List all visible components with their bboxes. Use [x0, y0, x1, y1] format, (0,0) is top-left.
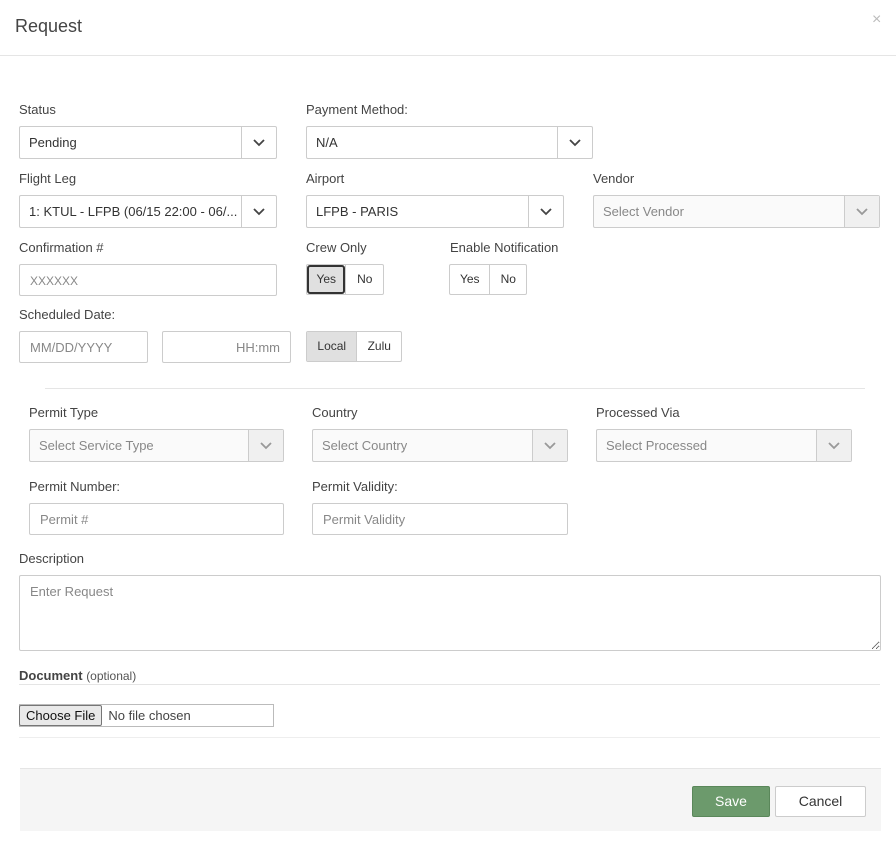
- document-label: Document (optional): [19, 668, 136, 683]
- chevron-down-icon: [241, 196, 276, 227]
- status-value: Pending: [29, 135, 77, 150]
- crew-only-toggle: Yes No: [306, 264, 384, 295]
- country-placeholder: Select Country: [322, 438, 408, 453]
- scheduled-date-label: Scheduled Date:: [19, 307, 116, 322]
- enable-notification-toggle: Yes No: [449, 264, 527, 295]
- processed-via-select[interactable]: Select Processed: [596, 429, 852, 462]
- file-input: Choose File No file chosen: [19, 704, 274, 727]
- permit-type-label: Permit Type: [29, 405, 99, 420]
- status-label: Status: [19, 102, 56, 117]
- modal-title: Request: [15, 16, 83, 36]
- vendor-select[interactable]: Select Vendor: [593, 195, 880, 228]
- chevron-down-icon: [248, 430, 283, 461]
- cancel-button[interactable]: Cancel: [775, 786, 866, 817]
- chevron-down-icon: [241, 127, 276, 158]
- chevron-down-icon: [557, 127, 592, 158]
- chevron-down-icon: [532, 430, 567, 461]
- permit-number-input[interactable]: [29, 503, 284, 535]
- description-label: Description: [19, 551, 85, 566]
- flight-leg-value: 1: KTUL - LFPB (06/15 22:00 - 06/...: [29, 204, 238, 219]
- crew-only-no-button[interactable]: No: [345, 265, 383, 294]
- country-label: Country: [312, 405, 358, 420]
- document-label-text: Document: [19, 668, 83, 683]
- confirmation-label: Confirmation #: [19, 240, 104, 255]
- airport-select[interactable]: LFPB - PARIS: [306, 195, 564, 228]
- processed-via-label: Processed Via: [596, 405, 680, 420]
- airport-label: Airport: [306, 171, 345, 186]
- flight-leg-select[interactable]: 1: KTUL - LFPB (06/15 22:00 - 06/...: [19, 195, 277, 228]
- status-select[interactable]: Pending: [19, 126, 277, 159]
- notification-no-button[interactable]: No: [489, 265, 526, 294]
- timezone-local-button[interactable]: Local: [307, 332, 357, 361]
- document-bottom-divider: [19, 737, 880, 738]
- save-button[interactable]: Save: [692, 786, 770, 817]
- scheduled-time-input[interactable]: [162, 331, 291, 363]
- description-textarea[interactable]: [19, 575, 881, 651]
- chevron-down-icon: [844, 196, 879, 227]
- choose-file-button[interactable]: Choose File: [19, 705, 103, 726]
- document-optional-text: (optional): [86, 669, 137, 683]
- vendor-label: Vendor: [593, 171, 635, 186]
- airport-value: LFPB - PARIS: [316, 204, 399, 219]
- close-icon[interactable]: ×: [872, 12, 881, 28]
- crew-only-label: Crew Only: [306, 240, 367, 255]
- permit-validity-input[interactable]: [312, 503, 568, 535]
- permit-type-select[interactable]: Select Service Type: [29, 429, 284, 462]
- notification-yes-button[interactable]: Yes: [450, 265, 489, 294]
- section-divider: [45, 388, 865, 389]
- confirmation-input[interactable]: [19, 264, 277, 296]
- document-divider: [19, 684, 880, 685]
- timezone-toggle: Local Zulu: [306, 331, 402, 362]
- payment-method-label: Payment Method:: [306, 102, 408, 117]
- processed-via-placeholder: Select Processed: [606, 438, 708, 453]
- enable-notification-label: Enable Notification: [450, 240, 559, 255]
- permit-validity-label: Permit Validity:: [312, 479, 398, 494]
- country-select[interactable]: Select Country: [312, 429, 568, 462]
- chevron-down-icon: [528, 196, 563, 227]
- chevron-down-icon: [816, 430, 851, 461]
- permit-type-placeholder: Select Service Type: [39, 438, 154, 453]
- payment-method-value: N/A: [316, 135, 338, 150]
- modal-header: Request ×: [0, 0, 896, 56]
- file-status-text: No file chosen: [108, 708, 191, 723]
- permit-number-label: Permit Number:: [29, 479, 121, 494]
- payment-method-select[interactable]: N/A: [306, 126, 593, 159]
- flight-leg-label: Flight Leg: [19, 171, 77, 186]
- timezone-zulu-button[interactable]: Zulu: [356, 332, 401, 361]
- scheduled-date-input[interactable]: [19, 331, 148, 363]
- crew-only-yes-button[interactable]: Yes: [307, 265, 346, 294]
- vendor-placeholder: Select Vendor: [603, 204, 684, 219]
